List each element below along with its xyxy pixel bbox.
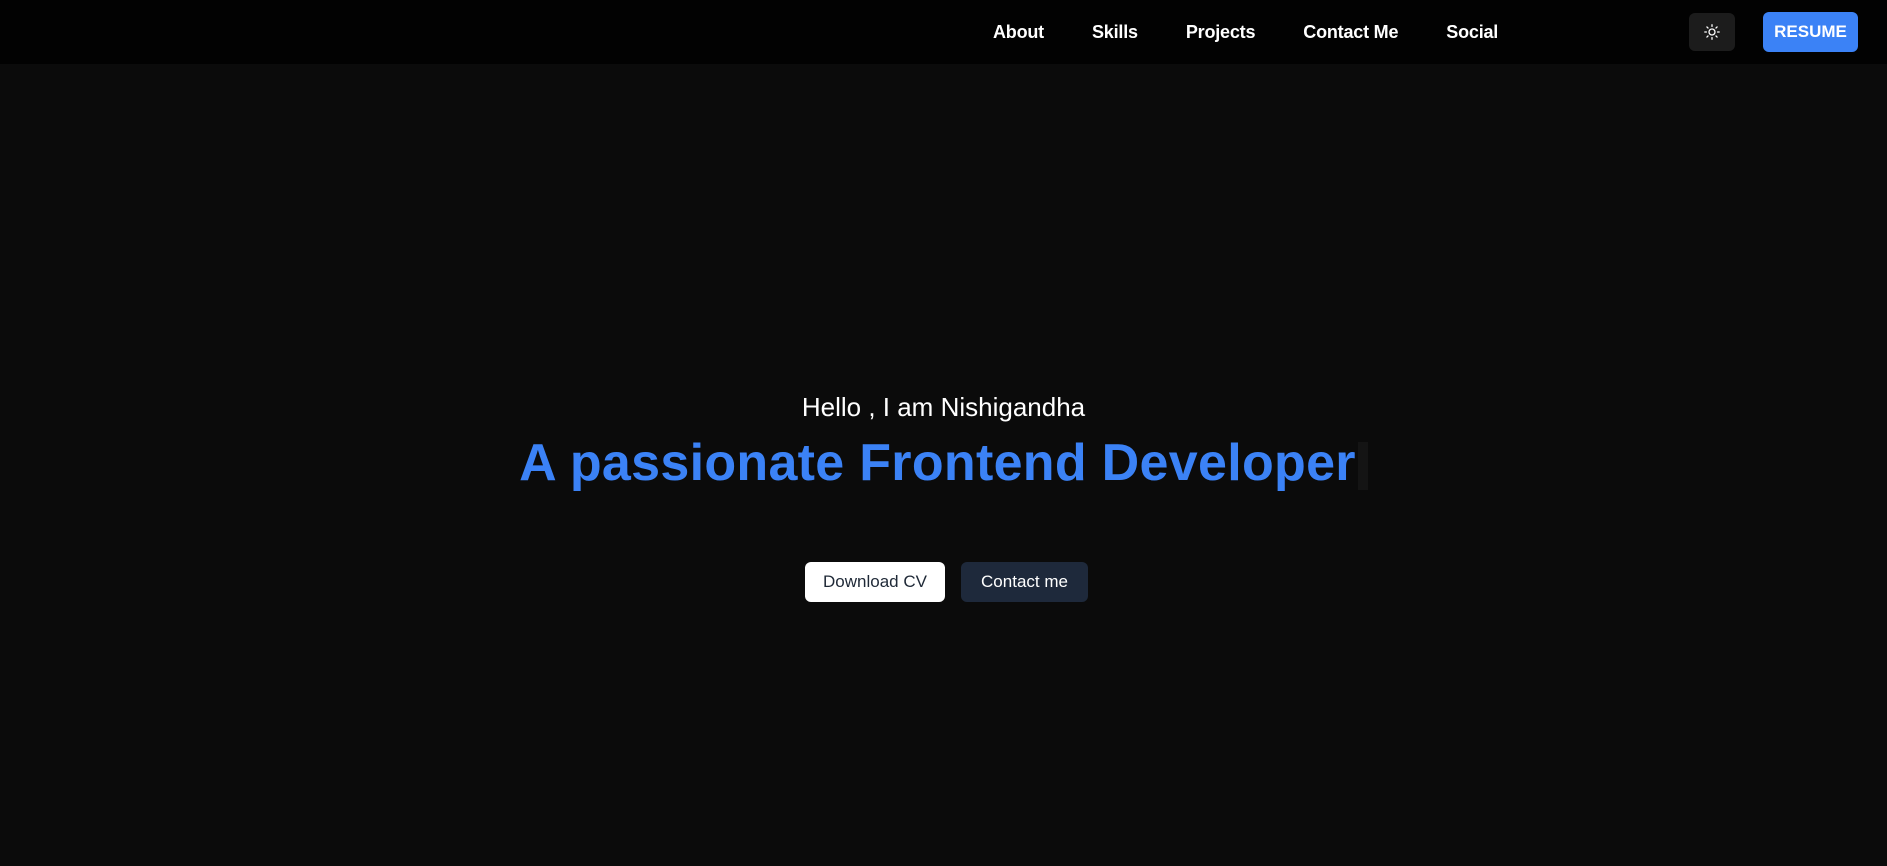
contact-me-button[interactable]: Contact me [961, 562, 1088, 602]
nav-link-contact-me[interactable]: Contact Me [1303, 22, 1398, 43]
hero-greeting-text: Hello , I am Nishigandha [801, 392, 1086, 422]
download-cv-button[interactable]: Download CV [805, 562, 945, 602]
hero-cta-row: Download CV Contact me [0, 562, 1887, 602]
nav-link-about[interactable]: About [993, 22, 1044, 43]
sun-icon [1704, 24, 1720, 40]
hero-headline: A passionate Frontend Developer [0, 433, 1887, 493]
typing-cursor [1357, 442, 1368, 491]
hero-section: Hello , I am Nishigandha A passionate Fr… [0, 64, 1887, 866]
nav-link-skills[interactable]: Skills [1092, 22, 1138, 43]
theme-toggle-button[interactable] [1689, 13, 1735, 51]
nav-link-social[interactable]: Social [1446, 22, 1498, 43]
nav-links: About Skills Projects Contact Me Social [993, 0, 1546, 64]
resume-button[interactable]: RESUME [1763, 12, 1858, 52]
nav-link-projects[interactable]: Projects [1186, 22, 1256, 43]
hero-headline-text: A passionate Frontend Developer [519, 434, 1356, 492]
hero-greeting: Hello , I am Nishigandha [0, 392, 1887, 423]
navbar: About Skills Projects Contact Me Social … [0, 0, 1887, 64]
